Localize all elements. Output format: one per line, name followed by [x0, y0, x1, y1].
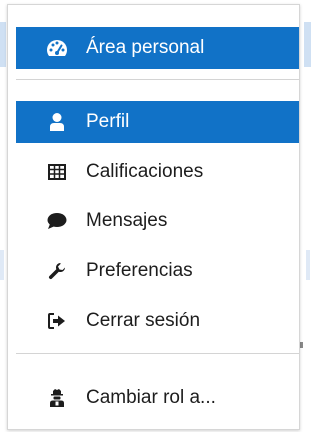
menu-item-label: Calificaciones	[86, 161, 204, 182]
table-icon	[46, 161, 68, 183]
menu-item-preferencias[interactable]: Preferencias	[16, 250, 299, 292]
menu-item-label: Cerrar sesión	[86, 310, 201, 331]
user-dropdown-menu: Área personal Perfil Calificaciones Mens…	[7, 4, 300, 430]
screenshot-stage: Área personal Perfil Calificaciones Mens…	[0, 0, 311, 432]
sign-out-icon	[46, 310, 68, 332]
menu-item-label: Mensajes	[86, 210, 168, 231]
background-edge	[0, 22, 6, 67]
background-edge	[306, 250, 310, 280]
menu-item-label: Cambiar rol a...	[86, 387, 216, 408]
menu-item-cerrar-sesion[interactable]: Cerrar sesión	[16, 300, 299, 342]
menu-item-label: Preferencias	[86, 260, 193, 281]
menu-item-area-personal[interactable]: Área personal	[16, 27, 299, 69]
chat-bubble-icon	[46, 210, 68, 232]
menu-item-label: Perfil	[86, 111, 130, 132]
menu-item-label: Área personal	[86, 37, 205, 58]
menu-item-perfil[interactable]: Perfil	[16, 101, 299, 143]
menu-item-calificaciones[interactable]: Calificaciones	[16, 151, 299, 193]
menu-divider	[16, 353, 299, 354]
menu-divider	[16, 79, 299, 80]
background-edge	[304, 22, 311, 67]
menu-item-mensajes[interactable]: Mensajes	[16, 200, 299, 242]
user-secret-icon	[46, 387, 68, 409]
dashboard-icon	[46, 37, 68, 59]
background-edge	[300, 342, 303, 348]
wrench-icon	[46, 260, 68, 282]
user-icon	[46, 111, 68, 133]
background-edge	[0, 250, 4, 280]
menu-item-cambiar-rol[interactable]: Cambiar rol a...	[16, 377, 299, 419]
